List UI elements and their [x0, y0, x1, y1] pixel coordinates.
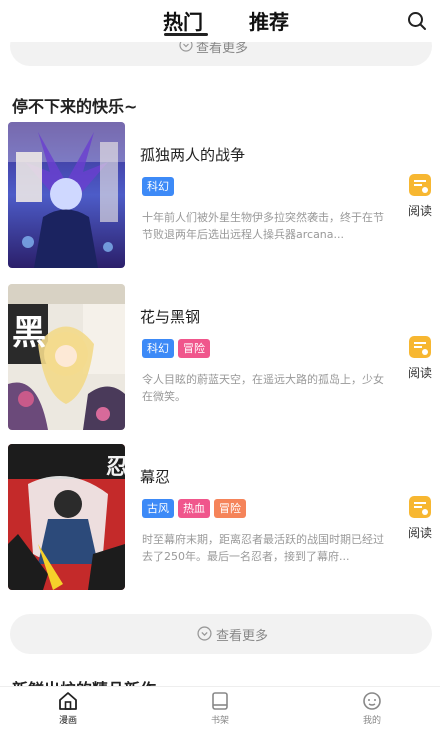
nav-label: 书架	[210, 716, 229, 726]
read-label: 阅读	[407, 204, 432, 218]
book-read-icon	[409, 496, 431, 518]
read-label: 阅读	[407, 366, 432, 380]
nav-item-bookshelf[interactable]: 书架	[190, 690, 250, 726]
comic-cover[interactable]	[8, 122, 125, 268]
nav-item-mine[interactable]: 我的	[342, 690, 402, 726]
read-button[interactable]: 阅读	[404, 494, 436, 541]
comic-description: 十年前人们被外星生物伊多拉突然袭击，终于在节节败退两年后选出远程人操兵器arca…	[142, 211, 384, 241]
search-icon[interactable]	[406, 10, 428, 32]
nav-item-comics[interactable]: 漫画	[38, 690, 98, 726]
tab-recommend[interactable]: 推荐	[249, 6, 289, 35]
comic-description: 时至幕府末期，距离忍者最活跃的战国时期已经过去了250年。最后一名忍者，接到了幕…	[142, 533, 384, 563]
comic-cover[interactable]: 忍	[8, 444, 125, 590]
view-more-button[interactable]: 查看更多	[10, 614, 432, 654]
view-more-label: 查看更多	[216, 629, 269, 644]
active-tab-indicator	[164, 33, 208, 36]
comic-title[interactable]: 幕忍	[140, 466, 170, 487]
genre-tag: 热血	[178, 499, 210, 518]
bookshelf-icon	[212, 692, 228, 710]
comic-cover[interactable]: 黑	[8, 284, 125, 430]
nav-label: 漫画	[58, 716, 77, 726]
genre-tag: 冒险	[214, 499, 246, 518]
genre-tag: 古风	[142, 499, 174, 518]
read-button[interactable]: 阅读	[404, 172, 436, 219]
book-read-icon	[409, 174, 431, 196]
tag-list: 科幻	[142, 177, 174, 196]
comic-description: 令人目眩的蔚蓝天空，在遥远大路的孤岛上，少女在微笑。	[142, 373, 384, 403]
genre-tag: 科幻	[142, 339, 174, 358]
svg-text:黑: 黑	[12, 313, 46, 353]
bottom-nav: 漫画 书架 我的	[0, 686, 440, 730]
comic-title[interactable]: 孤独两人的战争	[140, 144, 245, 165]
comic-title[interactable]: 花与黑钢	[140, 306, 200, 327]
tab-hot[interactable]: 热门	[163, 6, 203, 35]
read-button[interactable]: 阅读	[404, 334, 436, 381]
comic-card[interactable]: 孤独两人的战争 科幻 十年前人们被外星生物伊多拉突然袭击，终于在节节败退两年后选…	[0, 122, 440, 270]
read-label: 阅读	[407, 526, 432, 540]
chevron-circle-icon	[197, 626, 212, 641]
genre-tag: 冒险	[178, 339, 210, 358]
svg-text:忍: 忍	[106, 455, 125, 480]
top-header: 热门 推荐	[0, 0, 440, 42]
tag-list: 科幻 冒险	[142, 339, 210, 358]
nav-label: 我的	[362, 716, 381, 726]
profile-icon	[363, 692, 381, 710]
genre-tag: 科幻	[142, 177, 174, 196]
comic-card[interactable]: 黑 花与黑钢 科幻 冒险 令人目眩的蔚蓝天空，在遥远大路的孤岛上，少女在微笑。 …	[0, 284, 440, 432]
section-title: 停不下来的快乐~	[12, 97, 138, 116]
book-read-icon	[409, 336, 431, 358]
comic-card[interactable]: 忍 幕忍 古风 热血 冒险 时至幕府末期，距离忍者最活跃的战国时期已经过去了25…	[0, 444, 440, 592]
home-icon	[59, 692, 77, 710]
tag-list: 古风 热血 冒险	[142, 499, 246, 518]
